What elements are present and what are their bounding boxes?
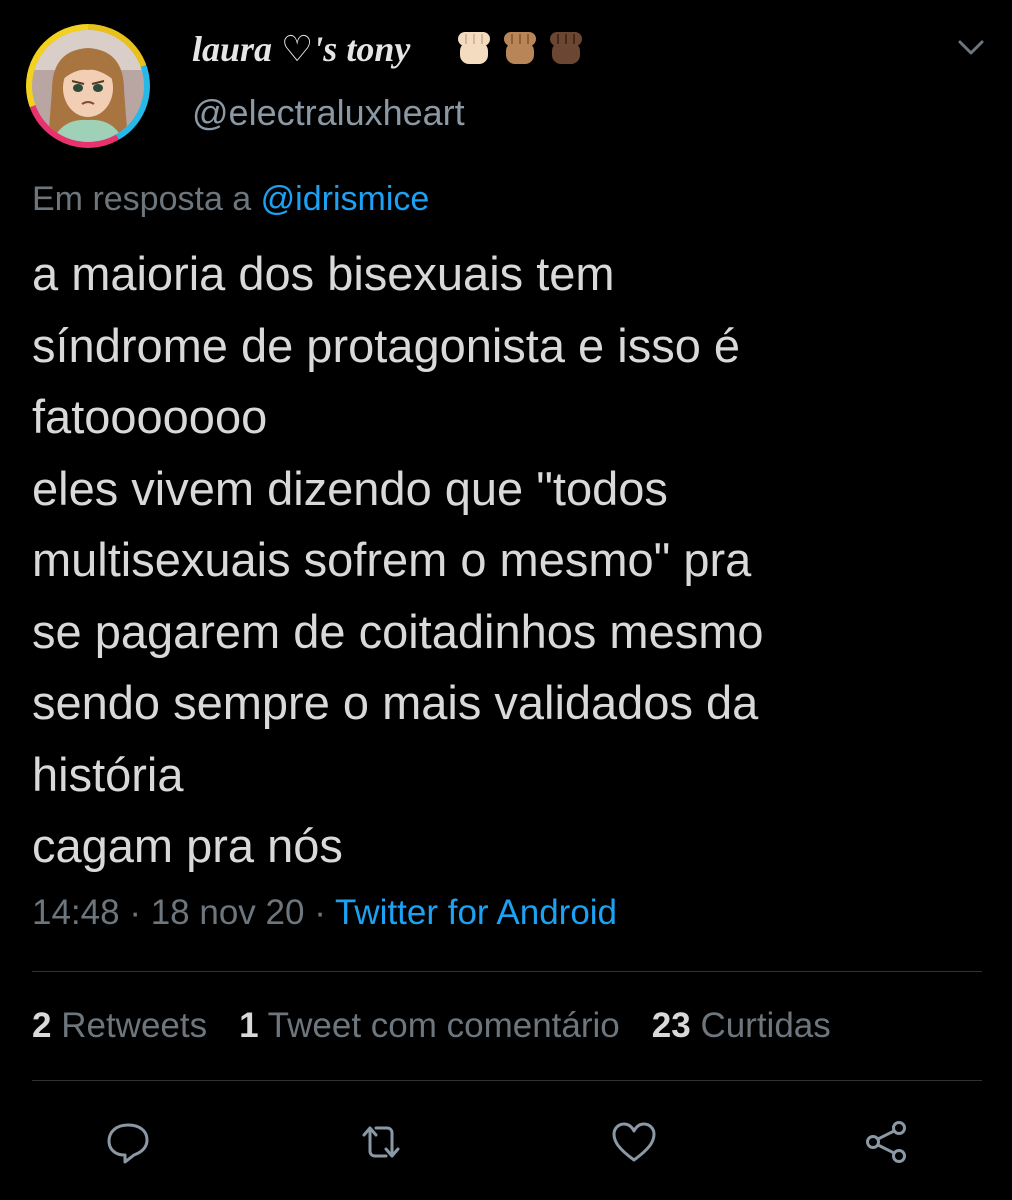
raised-fist-dark-icon — [550, 32, 582, 64]
likes-stat[interactable]: 23 Curtidas — [652, 1006, 831, 1046]
tweet-line: a maioria dos bisexuais tem — [32, 247, 615, 300]
tweet-line: multisexuais sofrem o mesmo" pra — [32, 533, 752, 586]
tweet-line: sendo sempre o mais validados da — [32, 676, 759, 729]
reply-mention-link[interactable]: @idrismice — [261, 180, 430, 218]
tweet-line: história — [32, 747, 184, 801]
cartoon-avatar-icon — [32, 30, 144, 142]
retweet-icon[interactable] — [356, 1117, 406, 1167]
raised-fist-medium-icon — [504, 32, 536, 64]
divider — [32, 971, 982, 972]
tweet-stats: 2 Retweets 1 Tweet com comentário 23 Cur… — [32, 1006, 863, 1046]
action-bar — [0, 1117, 1012, 1167]
tweet-line: síndrome de protagonista e isso é — [32, 318, 741, 372]
tweet-line: eles vivem dizendo que "todos — [32, 461, 668, 515]
tweet-text: a maioria dos bisexuais tem síndrome de … — [32, 238, 764, 882]
user-handle[interactable]: @electraluxheart — [192, 92, 465, 134]
likes-label: Curtidas — [700, 1006, 831, 1045]
reply-context: Em resposta a @idrismice — [32, 180, 429, 219]
likes-count: 23 — [651, 1006, 691, 1045]
reply-icon[interactable] — [103, 1117, 153, 1167]
retweets-count: 2 — [32, 1006, 52, 1045]
chevron-down-icon[interactable] — [956, 36, 986, 60]
tweet-date: 18 nov 20 — [150, 893, 305, 932]
quotes-stat[interactable]: 1 Tweet com comentário — [239, 1006, 620, 1046]
tweet-source-link[interactable]: Twitter for Android — [335, 893, 617, 932]
avatar[interactable] — [26, 24, 150, 148]
tweet-line: fatooooooo — [32, 390, 268, 443]
share-icon[interactable] — [861, 1117, 911, 1167]
meta-separator: · — [314, 893, 326, 932]
quotes-count: 1 — [239, 1006, 259, 1045]
retweets-stat[interactable]: 2 Retweets — [32, 1006, 207, 1046]
meta-separator: · — [129, 893, 141, 932]
raised-fist-light-icon — [458, 32, 490, 64]
divider — [32, 1080, 982, 1081]
tweet-meta: 14:48 · 18 nov 20 · Twitter for Android — [32, 893, 617, 933]
quotes-label: Tweet com comentário — [267, 1006, 620, 1045]
tweet-line: cagam pra nós — [32, 819, 343, 872]
retweets-label: Retweets — [61, 1006, 208, 1045]
tweet-line: se pagarem de coitadinhos mesmo — [32, 604, 764, 658]
tweet-time: 14:48 — [32, 893, 120, 932]
emoji-group — [452, 26, 588, 70]
like-icon[interactable] — [609, 1117, 659, 1167]
reply-prefix: Em resposta a — [32, 180, 252, 218]
display-name[interactable]: laura ♡'s tony — [192, 28, 410, 70]
